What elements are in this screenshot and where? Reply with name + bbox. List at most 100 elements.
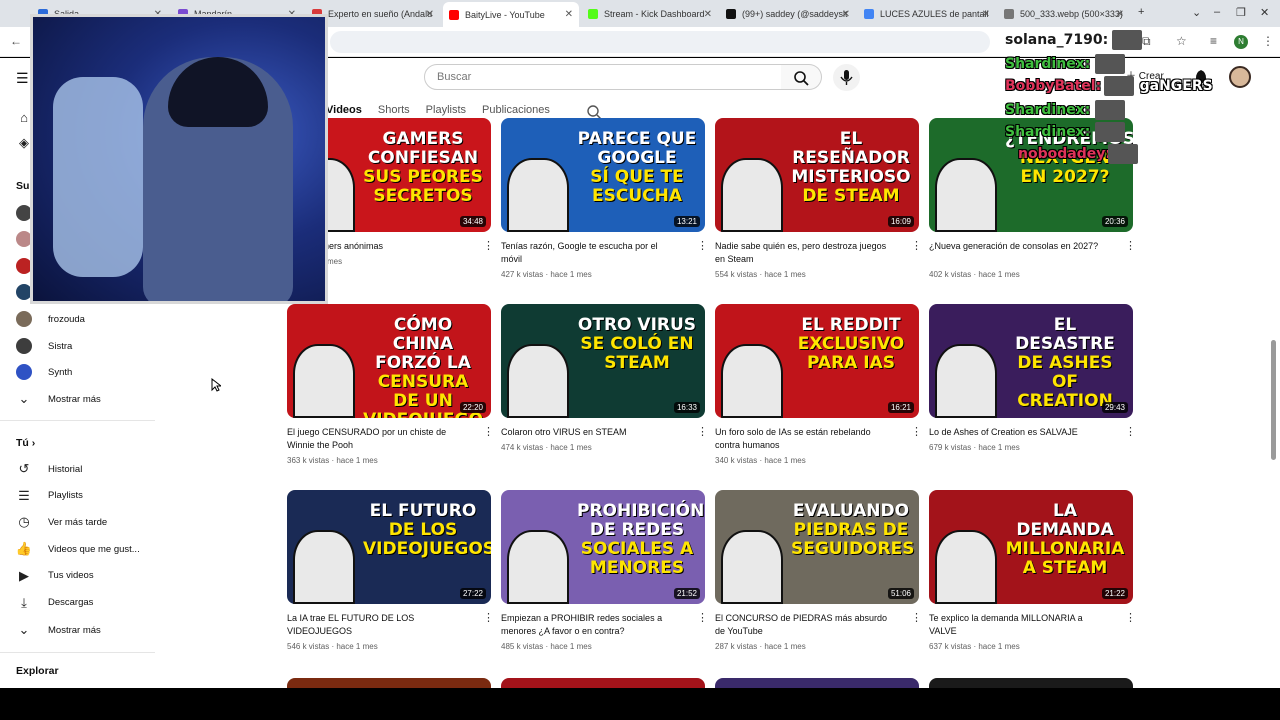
video-thumbnail[interactable]: Parece que Google sí que te escucha 13:21 <box>501 118 705 232</box>
search-button[interactable] <box>781 64 822 90</box>
thumbnail-text: El Reddit exclusivo para IAs <box>791 316 911 373</box>
video-card[interactable]: Otro virus se coló en Steam 16:33 Colaron o… <box>501 304 708 452</box>
video-thumbnail[interactable]: El Reddit exclusivo para IAs 16:21 <box>715 304 919 418</box>
video-card[interactable]: Prohibición de redes sociales a menores 21… <box>501 490 708 651</box>
video-options-icon[interactable]: ⋮ <box>911 426 922 440</box>
thumbnail-accent: de Steam <box>802 186 900 206</box>
video-options-icon[interactable]: ⋮ <box>697 612 708 626</box>
browser-menu-icon[interactable]: ⋮ <box>1262 34 1274 48</box>
you-heading[interactable]: Tú › <box>16 437 35 449</box>
video-card[interactable]: Evaluando piedras de seguidores 51:06 El CO… <box>715 490 922 651</box>
video-thumbnail[interactable]: La demanda millonaria a Steam 21:22 <box>929 490 1133 604</box>
video-options-icon[interactable]: ⋮ <box>697 240 708 254</box>
you-heading-label: Tú <box>16 437 29 449</box>
tab-close-icon[interactable]: ✕ <box>704 9 712 20</box>
video-options-icon[interactable]: ⋮ <box>911 240 922 254</box>
sidebar-item[interactable]: ☰ Playlists <box>16 485 83 507</box>
video-thumbnail[interactable]: Evaluando piedras de seguidores 51:06 <box>715 490 919 604</box>
tab-close-icon[interactable]: ✕ <box>1116 9 1124 20</box>
video-title[interactable]: Colaron otro VIRUS en STEAM <box>501 426 681 439</box>
video-title[interactable]: La IA trae EL FUTURO DE LOS VIDEOJUEGOS <box>287 612 467 638</box>
tab-close-icon[interactable]: ✕ <box>426 9 434 20</box>
minimize-icon[interactable]: – <box>1214 6 1220 18</box>
video-options-icon[interactable]: ⋮ <box>483 612 494 626</box>
video-card[interactable]: El desastre de Ashes of Creation 29:43 Lo d… <box>929 304 1136 452</box>
thumbnail-caricature <box>721 158 783 232</box>
thumbnail-headline: Evaluando <box>792 501 910 521</box>
video-title[interactable]: Lo de Ashes of Creation es SALVAJE <box>929 426 1109 439</box>
video-options-icon[interactable]: ⋮ <box>483 240 494 254</box>
video-title[interactable]: El juego CENSURADO por un chiste de Winn… <box>287 426 467 452</box>
video-title[interactable]: Nadie sabe quién es, pero destroza juego… <box>715 240 895 266</box>
sidebar-item[interactable]: ↺ Historial <box>16 458 83 480</box>
video-thumbnail[interactable]: Cómo China forzó lacensura de un videoju… <box>287 304 491 418</box>
voice-search-button[interactable] <box>833 64 860 91</box>
video-thumbnail[interactable]: El reseñador misterioso de Steam 16:09 <box>715 118 919 232</box>
browser-profile-avatar[interactable]: N <box>1234 35 1248 49</box>
video-card[interactable]: La demanda millonaria a Steam 21:22 Te expl… <box>929 490 1136 651</box>
browser-tab[interactable]: LUCES AZULES de pantall ✕ <box>858 4 996 24</box>
video-thumbnail-partial[interactable] <box>715 678 919 688</box>
tab-search-icon[interactable]: ≡ <box>1210 34 1217 48</box>
video-thumbnail[interactable]: Otro virus se coló en Steam 16:33 <box>501 304 705 418</box>
thumbnail-headline: El reseñador misterioso <box>791 129 911 187</box>
video-metadata: 340 k vistas · hace 1 mes <box>715 456 806 465</box>
sidebar-item[interactable]: ⤓ Descargas <box>16 592 93 614</box>
extensions-icon[interactable]: ⧉ <box>1142 34 1151 49</box>
video-title[interactable]: Te explico la demanda MILLONARIA a VALVE <box>929 612 1109 638</box>
video-thumbnail-partial[interactable] <box>501 678 705 688</box>
video-options-icon[interactable]: ⋮ <box>697 426 708 440</box>
subscription-item[interactable]: Synth <box>16 361 72 383</box>
video-thumbnail-partial[interactable] <box>929 678 1133 688</box>
bookmark-star-icon[interactable]: ☆ <box>1176 34 1187 48</box>
video-card[interactable]: El Reddit exclusivo para IAs 16:21 Un foro … <box>715 304 922 465</box>
video-card[interactable]: El reseñador misterioso de Steam 16:09 Nadi… <box>715 118 922 279</box>
mouse-cursor-icon <box>211 378 221 392</box>
video-title[interactable]: El CONCURSO de PIEDRAS más absurdo de Yo… <box>715 612 895 638</box>
thumbnail-caricature <box>507 158 569 232</box>
tab-close-icon[interactable]: ✕ <box>842 9 850 20</box>
video-options-icon[interactable]: ⋮ <box>483 426 494 440</box>
back-icon[interactable]: ← <box>10 34 22 48</box>
youtube-account-avatar[interactable] <box>1229 66 1251 88</box>
subscription-item[interactable]: frozouda <box>16 308 85 330</box>
video-card[interactable]: Cómo China forzó lacensura de un videoju… <box>287 304 494 465</box>
close-window-icon[interactable]: ✕ <box>1260 6 1269 19</box>
video-options-icon[interactable]: ⋮ <box>1125 612 1136 626</box>
subscription-label: Synth <box>48 366 73 378</box>
video-title[interactable]: Un foro solo de IAs se están rebelando c… <box>715 426 895 452</box>
tab-list-icon[interactable]: ⌄ <box>1192 6 1201 19</box>
video-card[interactable]: El futuro de los videojuegos 27:22 La IA tr… <box>287 490 494 651</box>
video-title[interactable]: Tenías razón, Google te escucha por el m… <box>501 240 681 266</box>
browser-tab[interactable]: (99+) saddey (@saddeysit ✕ <box>720 4 856 24</box>
video-options-icon[interactable]: ⋮ <box>1125 240 1136 254</box>
sidebar-item[interactable]: ▶ Tus videos <box>16 565 94 587</box>
video-thumbnail[interactable]: El desastre de Ashes of Creation 29:43 <box>929 304 1133 418</box>
thumbnail-headline: El desastre <box>1015 315 1115 354</box>
subscription-item[interactable]: Sistra <box>16 335 72 357</box>
tab-close-icon[interactable]: ✕ <box>565 9 573 20</box>
video-options-icon[interactable]: ⋮ <box>911 612 922 626</box>
maximize-icon[interactable]: ❐ <box>1236 6 1246 19</box>
video-card[interactable]: Parece que Google sí que te escucha 13:21 T… <box>501 118 708 279</box>
new-tab-button[interactable]: + <box>1138 6 1144 18</box>
browser-tab[interactable]: 500_333.webp (500×333) ✕ <box>998 4 1130 24</box>
show-more-you[interactable]: ⌄ Mostrar más <box>16 619 101 641</box>
show-more-subscriptions[interactable]: ⌄ Mostrar más <box>16 388 101 410</box>
explore-heading[interactable]: Explorar <box>16 665 59 677</box>
browser-tab[interactable]: BaityLive - YouTube ✕ <box>443 2 579 27</box>
sidebar-item[interactable]: ◷ Ver más tarde <box>16 511 107 533</box>
page-scrollbar[interactable] <box>1271 340 1276 460</box>
subscriptions-heading[interactable]: Su <box>16 180 29 192</box>
video-title[interactable]: ¿Nueva generación de consolas en 2027? <box>929 240 1109 253</box>
sidebar-item[interactable]: 👍 Videos que me gust... <box>16 538 140 560</box>
video-thumbnail-partial[interactable] <box>287 678 491 688</box>
tab-close-icon[interactable]: ✕ <box>982 9 990 20</box>
search-input[interactable]: Buscar <box>424 64 782 90</box>
url-field[interactable] <box>330 31 990 53</box>
video-thumbnail[interactable]: Prohibición de redes sociales a menores 21… <box>501 490 705 604</box>
video-thumbnail[interactable]: El futuro de los videojuegos 27:22 <box>287 490 491 604</box>
video-options-icon[interactable]: ⋮ <box>1125 426 1136 440</box>
browser-tab[interactable]: Stream - Kick Dashboard ✕ <box>582 4 718 24</box>
video-title[interactable]: Empiezan a PROHIBIR redes sociales a men… <box>501 612 681 638</box>
